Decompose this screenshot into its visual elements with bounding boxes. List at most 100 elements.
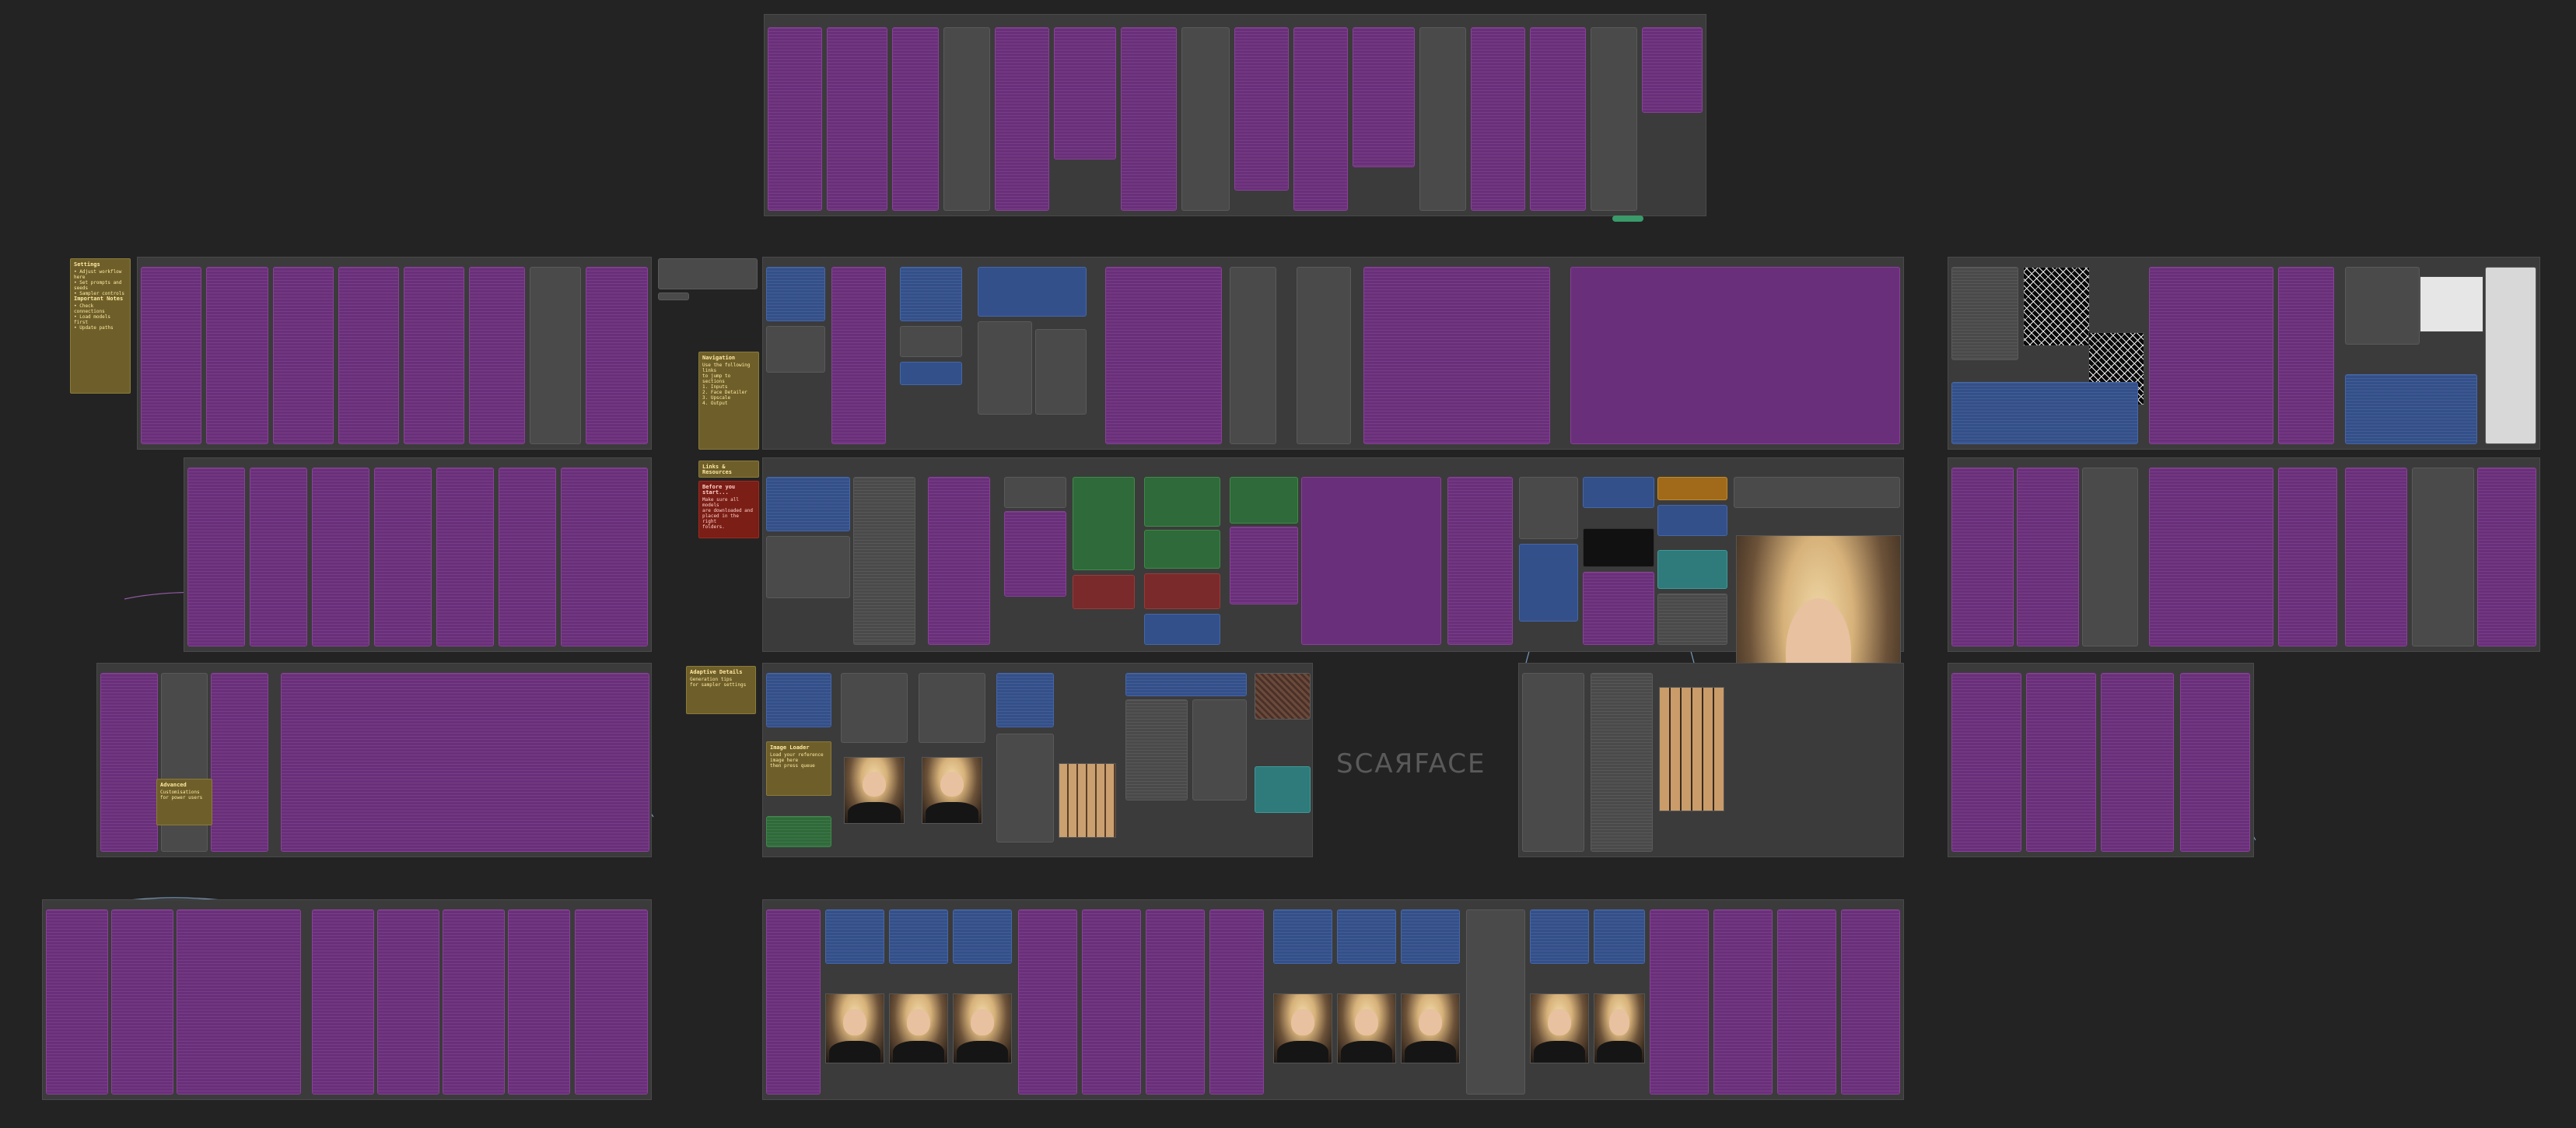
node[interactable] [768,27,822,211]
node[interactable] [900,326,962,357]
node[interactable] [1144,614,1220,645]
node[interactable] [1209,909,1264,1095]
group-row2-right[interactable] [1948,457,2540,652]
node-graph-canvas[interactable]: Settings • Adjust workflow here • Set pr… [0,0,2576,1128]
node[interactable] [943,27,990,211]
node[interactable] [2345,374,2477,444]
node[interactable] [2345,267,2420,345]
node[interactable] [1273,909,1332,964]
node[interactable] [2278,267,2334,444]
node[interactable] [1293,27,1348,211]
node[interactable] [1353,27,1415,167]
node[interactable] [996,734,1054,842]
node[interactable] [1337,909,1396,964]
node[interactable] [1471,27,1525,211]
node[interactable] [469,267,525,444]
node[interactable] [312,468,369,646]
node[interactable] [978,321,1032,415]
node[interactable] [1401,909,1460,964]
node[interactable] [404,267,464,444]
group-row3-right[interactable] [1948,663,2254,857]
node[interactable] [1419,27,1466,211]
node[interactable] [2180,673,2250,852]
node[interactable] [111,909,173,1095]
node[interactable] [1230,527,1298,604]
node[interactable] [1530,27,1586,211]
node[interactable] [338,267,399,444]
node[interactable] [766,909,821,1095]
node[interactable] [1530,909,1589,964]
node[interactable] [273,267,334,444]
node[interactable] [1105,267,1222,444]
node[interactable] [1650,909,1709,1095]
note-advanced[interactable]: Advanced Customisations for power users [156,779,212,825]
node[interactable] [206,267,268,444]
node[interactable] [177,909,301,1095]
node[interactable] [1583,572,1654,645]
note-adaptive[interactable]: Adaptive Details Generation tips for sam… [686,666,756,714]
node[interactable] [1297,267,1351,444]
node[interactable] [1230,267,1276,444]
group-row3-left[interactable]: Advanced Customisations for power users [96,663,652,857]
node[interactable] [1255,766,1311,813]
node[interactable] [1035,329,1087,415]
node[interactable] [575,909,648,1095]
node[interactable] [1301,477,1441,645]
node[interactable] [827,27,887,211]
node[interactable] [1657,550,1727,589]
group-row1-left[interactable] [137,257,652,450]
node[interactable] [766,267,825,321]
node[interactable] [766,326,825,373]
node[interactable] [436,468,494,646]
node[interactable] [1519,544,1578,622]
node[interactable] [766,477,850,531]
node[interactable] [1018,909,1077,1095]
node[interactable] [443,909,505,1095]
node[interactable] [312,909,374,1095]
node[interactable] [1004,511,1066,597]
node[interactable] [46,909,108,1095]
node[interactable] [1841,909,1900,1095]
node[interactable] [1951,673,2021,852]
node[interactable] [978,267,1087,317]
node[interactable] [1054,27,1116,159]
node[interactable] [1713,909,1773,1095]
node[interactable] [377,909,439,1095]
node[interactable] [530,267,581,444]
node[interactable] [1951,267,2018,360]
note-links[interactable]: Links & Resources [698,461,759,478]
node[interactable] [766,673,831,727]
node[interactable] [2017,468,2079,646]
node[interactable] [1230,477,1298,524]
node[interactable] [1583,477,1654,508]
node[interactable] [2345,468,2407,646]
node[interactable] [1144,530,1220,569]
node[interactable] [1144,573,1220,609]
node[interactable] [1004,477,1066,508]
node[interactable] [499,468,556,646]
node[interactable] [658,258,758,289]
node[interactable] [2412,468,2474,646]
group-row4-left[interactable] [42,899,652,1100]
node[interactable] [1777,909,1836,1095]
group-row4-middle[interactable] [762,899,1904,1100]
node[interactable] [1181,27,1230,211]
node[interactable] [1363,267,1550,444]
node[interactable] [766,536,850,598]
group-row2-middle[interactable] [762,457,1904,652]
node[interactable] [1594,909,1645,964]
node[interactable] [2101,673,2174,852]
node[interactable] [374,468,432,646]
node[interactable] [1125,699,1188,800]
node[interactable] [1951,382,2138,444]
node[interactable] [1082,909,1141,1095]
node[interactable] [1519,477,1578,539]
node[interactable] [889,909,948,964]
node[interactable] [928,477,990,645]
node[interactable] [2082,468,2138,646]
group-row3-midright[interactable] [1518,663,1904,857]
note-navigation[interactable]: Navigation Use the following links to ju… [698,352,759,450]
node[interactable] [919,673,985,743]
note-settings[interactable]: Settings • Adjust workflow here • Set pr… [70,258,131,394]
node[interactable] [1073,477,1135,570]
